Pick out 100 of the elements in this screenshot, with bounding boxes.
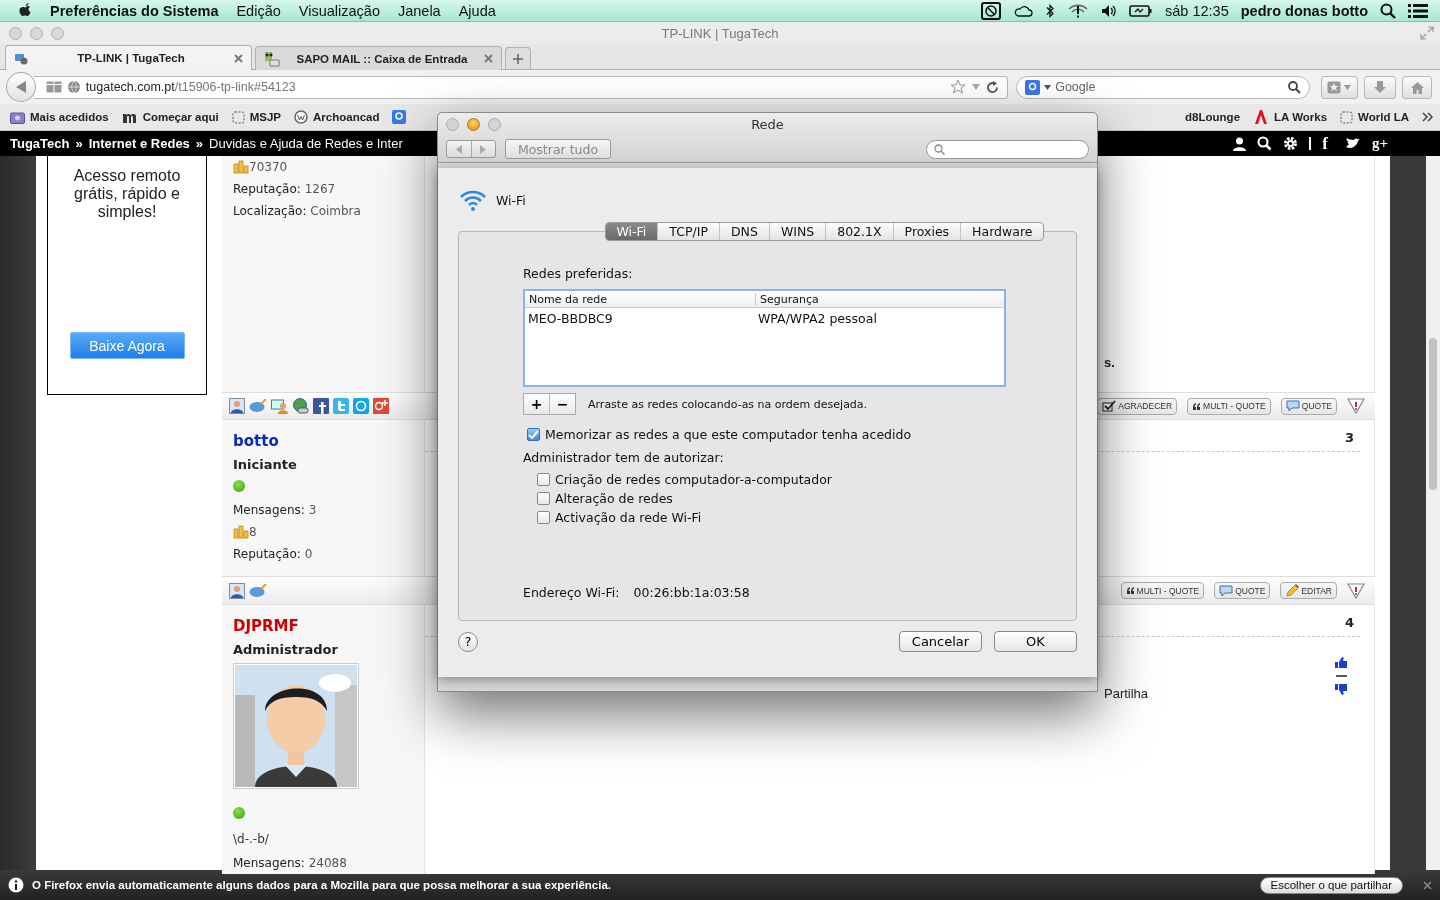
home-button[interactable] [1402, 75, 1432, 99]
tab[interactable]: WINS [768, 223, 826, 240]
message-icon[interactable] [249, 583, 267, 598]
breadcrumb-link[interactable]: TugaTech [10, 136, 70, 151]
add-button[interactable]: + [524, 394, 549, 414]
settings-icon[interactable] [1283, 136, 1299, 151]
tab[interactable]: Hardware [960, 223, 1044, 240]
search-field[interactable]: Google [1016, 75, 1310, 99]
profile-icon[interactable] [229, 398, 245, 414]
search-icon[interactable] [1380, 2, 1396, 19]
user-name[interactable]: botto [233, 432, 279, 450]
action-button[interactable]: MULTI - QUOTE [1120, 582, 1205, 599]
table-cell[interactable]: WPA/WPA2 pessoal [755, 308, 1004, 326]
table-cell[interactable]: MEO-BBDBC9 [525, 308, 755, 326]
blocked-icon[interactable] [981, 1, 1002, 20]
social-link[interactable]: g+ [1371, 135, 1388, 152]
volume-icon[interactable] [1101, 3, 1118, 18]
ok-button[interactable]: OK [994, 631, 1077, 652]
search-field[interactable] [926, 139, 1089, 159]
network-table[interactable]: Nome da rede Segurança MEO-BBDBC9 WPA/WPA2 pessoal [523, 289, 1006, 387]
tab[interactable]: 802.1X [825, 223, 893, 240]
user-name[interactable]: DJPRMF [233, 617, 299, 635]
bookmark-item[interactable]: Archoancad [294, 110, 380, 124]
bookmark-item[interactable]: World LA [1340, 110, 1409, 124]
warning-icon[interactable] [1347, 398, 1365, 414]
menu-item[interactable]: Visualização [289, 2, 389, 19]
cancel-button[interactable]: Cancelar [899, 631, 982, 652]
list-icon[interactable] [1408, 2, 1428, 19]
google-icon[interactable] [1025, 79, 1041, 95]
action-button[interactable]: AGRADECER [1097, 397, 1178, 415]
navigation-buttons[interactable] [446, 140, 496, 158]
message-icon[interactable] [249, 399, 267, 413]
bird-icon[interactable] [1344, 137, 1361, 150]
reload-icon[interactable] [986, 80, 1000, 94]
bookmark-item[interactable] [392, 110, 407, 124]
checkbox[interactable] [537, 511, 550, 524]
remove-button[interactable]: − [549, 394, 575, 414]
back-button[interactable] [6, 72, 36, 102]
download-button[interactable] [1364, 75, 1397, 99]
thumbs-down-icon[interactable] [1335, 684, 1347, 695]
bookmarks-button[interactable] [1320, 75, 1359, 99]
social-link[interactable]: f [1322, 133, 1328, 154]
profile-icon[interactable] [229, 582, 245, 599]
close-icon[interactable] [484, 54, 493, 63]
close-icon[interactable] [234, 53, 243, 63]
user-icon[interactable] [1233, 136, 1247, 151]
action-button[interactable]: QUOTE [1280, 397, 1337, 415]
globe-link-icon[interactable] [292, 398, 309, 414]
user-name[interactable]: pedro donas botto [1240, 2, 1368, 19]
breadcrumb-link[interactable]: Duvidas e Ajuda de Redes e Inter [209, 136, 403, 151]
search-icon[interactable] [1287, 80, 1301, 94]
bluetooth-icon[interactable] [1045, 2, 1056, 19]
bookmark-item[interactable]: MSJP [231, 110, 281, 124]
wifi-icon[interactable] [1067, 2, 1090, 19]
breadcrumb-link[interactable]: Internet e Redes [88, 136, 190, 151]
menu-item[interactable]: Janela [388, 2, 450, 19]
tab[interactable]: TCP/IP [657, 223, 719, 240]
bookmark-item[interactable]: Começar aqui [121, 110, 219, 124]
action-button[interactable]: QUOTE [1214, 582, 1271, 599]
menu-item[interactable]: Ajuda [449, 2, 505, 19]
column-header[interactable]: Nome da rede [525, 292, 755, 306]
checkbox[interactable] [537, 492, 550, 505]
thumbs-up-icon[interactable] [1335, 657, 1347, 668]
checkbox[interactable] [527, 428, 540, 441]
battery-icon[interactable] [1129, 3, 1154, 18]
tab[interactable]: DNS [718, 223, 769, 240]
checkbox-label[interactable]: Activação da rede Wi-Fi [555, 510, 702, 525]
checkbox-label[interactable]: Criação de redes computador-a-computador [555, 472, 832, 487]
menu-item[interactable]: Preferências do Sistema [34, 2, 228, 19]
bookmark-item[interactable]: d8Lounge [1185, 111, 1241, 123]
checkbox-label[interactable]: Memorizar as redes a que este computador tenha acedido [545, 427, 912, 442]
column-header[interactable]: Segurança [755, 292, 1004, 306]
bookmark-item[interactable]: LA Works [1253, 109, 1328, 125]
chevron-icon[interactable] [1422, 112, 1434, 122]
fullscreen-icon[interactable] [1420, 26, 1434, 40]
close-icon[interactable] [1423, 880, 1432, 890]
dropdown-icon[interactable] [971, 83, 982, 91]
email-icon[interactable] [271, 398, 288, 414]
checkbox-label[interactable]: Alteração de redes [555, 491, 673, 506]
bookmark-item[interactable]: Mais acedidos [10, 110, 109, 124]
browser-tab[interactable]: SAPO MAIL :: Caixa de Entrada [255, 46, 502, 70]
action-button[interactable]: EDITAR [1280, 582, 1337, 599]
tab[interactable]: Wi-Fi [605, 223, 658, 240]
scrollbar[interactable] [1426, 156, 1440, 870]
star-icon[interactable] [950, 79, 967, 95]
warning-icon[interactable] [1347, 582, 1365, 599]
search-icon[interactable] [1257, 136, 1273, 151]
new-tab-button[interactable] [505, 47, 531, 69]
checkbox[interactable] [537, 473, 550, 486]
clock[interactable]: sáb 12:35 [1165, 2, 1229, 19]
social-icon[interactable] [313, 398, 329, 414]
window-button[interactable] [467, 118, 480, 131]
social-icon[interactable] [373, 398, 389, 414]
menu-item[interactable]: Edição [227, 2, 290, 19]
address-bar[interactable]: tugatech.com.pt/t15906-tp-link#54123 [33, 75, 1009, 99]
help-button[interactable]: ? [458, 631, 478, 652]
cloud-icon[interactable] [1013, 3, 1034, 18]
browser-tab[interactable]: TP-LINK | TugaTech [5, 45, 252, 70]
choose-button[interactable]: Escolher o que partilhar [1259, 876, 1403, 894]
action-button[interactable]: MULTI - QUOTE [1187, 397, 1271, 415]
